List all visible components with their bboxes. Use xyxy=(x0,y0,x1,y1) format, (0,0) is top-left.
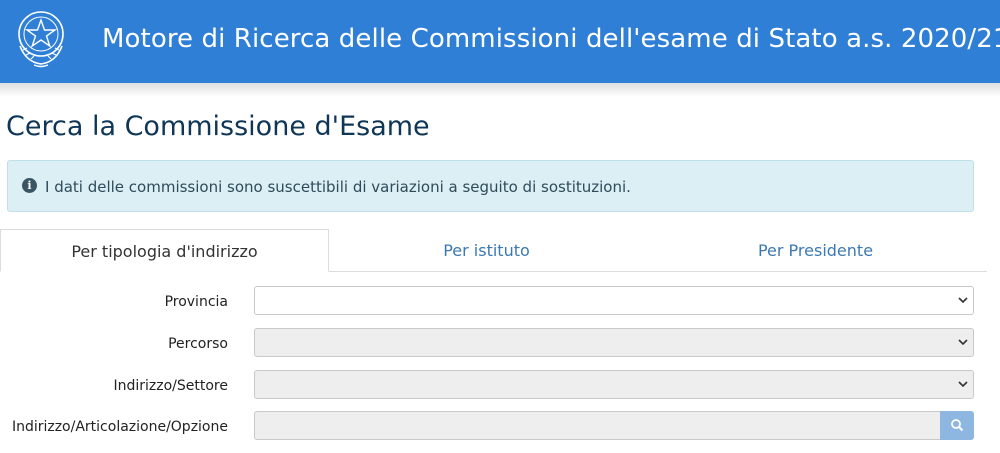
indirizzo-articolazione-search xyxy=(254,411,974,440)
info-icon: i xyxy=(22,178,37,193)
provincia-label: Provincia xyxy=(164,294,228,310)
info-alert: i I dati delle commissioni sono suscetti… xyxy=(7,160,974,212)
tab-per-istituto[interactable]: Per istituto xyxy=(329,229,644,272)
header-shadow xyxy=(0,83,1000,97)
chevron-down-icon xyxy=(958,339,968,346)
header-bar: Motore di Ricerca delle Commissioni dell… xyxy=(0,0,1000,83)
search-icon xyxy=(951,419,964,432)
search-button[interactable] xyxy=(940,411,974,440)
indirizzo-articolazione-input[interactable] xyxy=(254,411,940,440)
app-title: Motore di Ricerca delle Commissioni dell… xyxy=(102,24,1000,54)
indirizzo-settore-label: Indirizzo/Settore xyxy=(113,378,228,394)
percorso-label: Percorso xyxy=(168,336,228,352)
indirizzo-settore-select[interactable] xyxy=(254,370,974,399)
provincia-select[interactable] xyxy=(254,286,974,315)
tab-per-presidente[interactable]: Per Presidente xyxy=(644,229,987,272)
italian-republic-emblem-icon xyxy=(18,11,64,68)
indirizzo-articolazione-label: Indirizzo/Articolazione/Opzione xyxy=(11,419,228,435)
page-title: Cerca la Commissione d'Esame xyxy=(6,111,430,142)
chevron-down-icon xyxy=(958,297,968,304)
chevron-down-icon xyxy=(958,381,968,388)
percorso-select[interactable] xyxy=(254,328,974,357)
tab-per-tipologia-indirizzo[interactable]: Per tipologia d'indirizzo xyxy=(0,229,329,272)
alert-text: I dati delle commissioni sono suscettibi… xyxy=(45,178,631,196)
